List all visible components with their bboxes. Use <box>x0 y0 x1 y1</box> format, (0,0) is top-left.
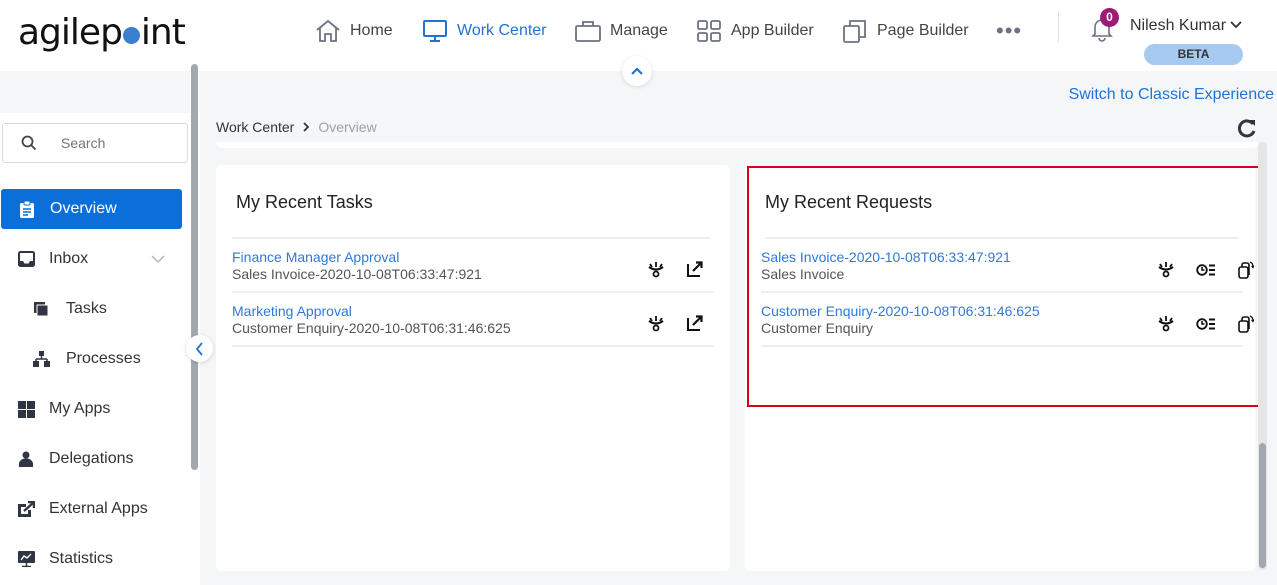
content-top-strip <box>216 142 1258 148</box>
view-icon[interactable] <box>646 260 666 280</box>
sidebar-item-label: Processes <box>66 350 141 367</box>
tasks-icon <box>32 300 50 318</box>
notification-badge: 0 <box>1100 8 1119 27</box>
collapse-header-button[interactable] <box>622 56 652 86</box>
switch-classic-link[interactable]: Switch to Classic Experience <box>1069 86 1274 104</box>
nav-app-builder-label: App Builder <box>731 22 814 39</box>
processes-icon <box>32 350 50 368</box>
recent-tasks-title: My Recent Tasks <box>236 192 373 212</box>
view-icon[interactable] <box>1156 314 1176 334</box>
divider <box>765 237 1239 239</box>
user-icon <box>17 450 35 468</box>
clone-icon[interactable] <box>1236 260 1256 280</box>
clone-icon[interactable] <box>1236 314 1256 334</box>
clipboard-icon <box>18 200 36 218</box>
breadcrumb: Work Center Overview <box>216 119 377 135</box>
nav-work-center[interactable]: Work Center <box>421 0 547 62</box>
task-title-link[interactable]: Finance Manager Approval <box>232 249 399 265</box>
sidebar-search[interactable] <box>2 123 188 163</box>
nav-home-label: Home <box>350 22 393 39</box>
sidebar-item-statistics[interactable]: Statistics <box>0 539 181 579</box>
divider <box>232 291 714 293</box>
inbox-icon <box>17 250 35 268</box>
nav-work-center-label: Work Center <box>457 22 547 39</box>
view-icon[interactable] <box>646 314 666 334</box>
logo-text: agilep <box>18 12 123 53</box>
monitor-icon <box>423 20 447 42</box>
sidebar-item-inbox[interactable]: Inbox <box>0 239 181 279</box>
nav-page-builder-label: Page Builder <box>877 22 969 39</box>
recent-requests-card: My Recent Requests Sales Invoice-2020-10… <box>745 165 1255 571</box>
recent-tasks-card: My Recent Tasks Finance Manager Approval… <box>216 165 730 571</box>
statistics-icon <box>17 550 35 568</box>
divider <box>761 291 1243 293</box>
open-external-icon[interactable] <box>685 259 705 279</box>
sidebar-scrollbar-thumb[interactable] <box>191 64 198 470</box>
logo-dot <box>122 27 140 44</box>
task-subtitle: Sales Invoice-2020-10-08T06:33:47:921 <box>232 266 482 282</box>
search-input[interactable] <box>61 135 171 151</box>
chevron-down-icon <box>1230 21 1243 29</box>
chevron-left-icon <box>195 341 203 356</box>
sidebar-item-label: Statistics <box>49 550 114 567</box>
divider <box>761 345 1243 347</box>
sidebar-item-label: Overview <box>50 200 117 217</box>
task-subtitle: Customer Enquiry-2020-10-08T06:31:46:625 <box>232 320 511 336</box>
recent-requests-title: My Recent Requests <box>765 192 933 212</box>
sidebar-item-external-apps[interactable]: External Apps <box>0 489 181 529</box>
apps-grid-icon <box>17 400 35 418</box>
breadcrumb-current: Overview <box>318 119 377 135</box>
briefcase-icon <box>575 21 601 42</box>
request-title-link[interactable]: Customer Enquiry-2020-10-08T06:31:46:625 <box>761 303 1040 319</box>
sidebar-item-label: Delegations <box>49 450 134 467</box>
logo-text-end: int <box>140 12 186 53</box>
nav-app-builder[interactable]: App Builder <box>695 0 814 62</box>
search-icon <box>21 135 37 151</box>
task-title-link[interactable]: Marketing Approval <box>232 303 352 319</box>
request-subtitle: Customer Enquiry <box>761 320 874 336</box>
nav-page-builder[interactable]: Page Builder <box>841 0 969 62</box>
chevron-down-icon[interactable] <box>151 255 165 264</box>
sidebar-item-my-apps[interactable]: My Apps <box>0 389 181 429</box>
view-icon[interactable] <box>1156 260 1176 280</box>
sidebar-item-label: Inbox <box>49 250 89 267</box>
sidebar-item-tasks[interactable]: Tasks <box>0 289 181 329</box>
sidebar-item-label: Tasks <box>66 300 107 317</box>
main-scrollbar-thumb[interactable] <box>1259 443 1266 568</box>
refresh-icon[interactable] <box>1236 117 1258 139</box>
sidebar-item-label: My Apps <box>49 400 111 417</box>
open-external-icon[interactable] <box>685 313 705 333</box>
chevron-up-icon <box>631 67 643 75</box>
nav-manage[interactable]: Manage <box>574 0 668 62</box>
divider <box>232 237 710 239</box>
home-icon <box>316 19 340 42</box>
more-menu-icon[interactable]: ••• <box>996 18 1022 44</box>
request-subtitle: Sales Invoice <box>761 266 845 282</box>
breadcrumb-work-center[interactable]: Work Center <box>216 119 294 135</box>
beta-badge: BETA <box>1144 44 1243 65</box>
sidebar-item-processes[interactable]: Processes <box>0 339 181 379</box>
user-menu[interactable]: Nilesh Kumar <box>1130 17 1243 35</box>
agilepoint-logo[interactable]: agilep int <box>18 12 186 53</box>
copy-pages-icon <box>843 20 866 43</box>
sidebar-item-label: External Apps <box>49 500 148 517</box>
collapse-sidebar-button[interactable] <box>186 335 213 362</box>
request-title-link[interactable]: Sales Invoice-2020-10-08T06:33:47:921 <box>761 249 1011 265</box>
user-name: Nilesh Kumar <box>1130 17 1227 34</box>
sidebar-item-overview[interactable]: Overview <box>1 189 182 229</box>
chevron-right-icon <box>303 122 310 132</box>
external-apps-icon <box>17 500 35 518</box>
nav-home[interactable]: Home <box>314 0 393 62</box>
sidebar-item-delegations[interactable]: Delegations <box>0 439 181 479</box>
grid-icon <box>697 20 721 42</box>
nav-manage-label: Manage <box>610 22 668 39</box>
header-divider <box>1058 12 1059 42</box>
history-icon[interactable] <box>1196 260 1216 280</box>
history-icon[interactable] <box>1196 314 1216 334</box>
divider <box>232 345 714 347</box>
